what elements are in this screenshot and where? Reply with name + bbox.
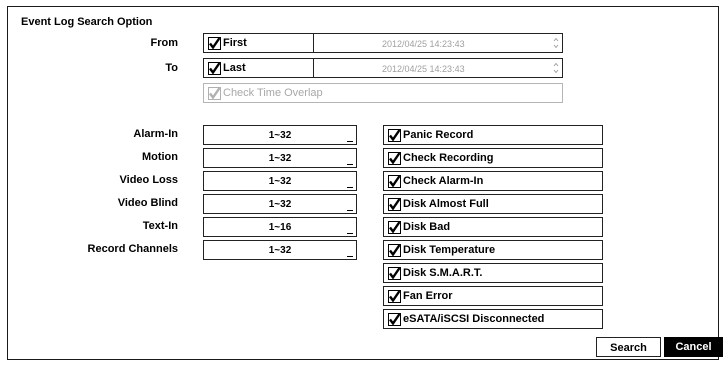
to-last-label: Last (223, 62, 246, 74)
video-loss-value: 1~32 (268, 176, 292, 187)
checkmark-icon (388, 244, 401, 257)
checkmark-icon (388, 152, 401, 165)
video-blind-value: 1~32 (268, 199, 292, 210)
motion-value: 1~32 (268, 153, 292, 164)
checkmark-icon (388, 290, 401, 303)
checkmark-icon (388, 267, 401, 280)
event-label: Disk Bad (403, 221, 451, 233)
filter-label-alarm-in: Alarm-In (133, 128, 178, 140)
from-first-checkbox[interactable]: First (203, 33, 314, 53)
spinner-icon[interactable] (553, 62, 559, 74)
checkmark-icon (388, 313, 401, 326)
event-label: Disk Almost Full (403, 198, 489, 210)
dropdown-indicator-icon (347, 164, 353, 165)
check-time-overlap-label: Check Time Overlap (223, 87, 323, 99)
to-datetime-field[interactable]: 2012/04/25 14:23:43 (313, 58, 563, 78)
text-in-value: 1~16 (268, 222, 292, 233)
filter-label-text-in: Text-In (142, 220, 178, 232)
alarm-in-value: 1~32 (268, 130, 292, 141)
from-first-label: First (223, 37, 247, 49)
from-datetime-field[interactable]: 2012/04/25 14:23:43 (313, 33, 563, 53)
disk-smart-checkbox[interactable]: Disk S.M.A.R.T. (383, 263, 603, 283)
disk-bad-checkbox[interactable]: Disk Bad (383, 217, 603, 237)
spinner-icon[interactable] (553, 37, 559, 49)
from-label: From (150, 37, 179, 49)
filter-label-motion: Motion (141, 151, 178, 163)
checkmark-icon (208, 37, 221, 50)
filter-label-video-loss: Video Loss (119, 174, 178, 186)
event-label: Panic Record (403, 129, 474, 141)
event-label: Disk S.M.A.R.T. (403, 267, 483, 279)
checkmark-icon (388, 175, 401, 188)
from-datetime-value: 2012/04/25 14:23:43 (382, 39, 465, 49)
checkmark-icon (388, 129, 401, 142)
dialog-title: Event Log Search Option (21, 16, 153, 28)
search-button[interactable]: Search (596, 337, 661, 357)
cancel-button[interactable]: Cancel (664, 337, 723, 357)
to-label: To (165, 62, 178, 74)
check-time-overlap-checkbox[interactable]: Check Time Overlap (203, 83, 563, 103)
dropdown-indicator-icon (347, 210, 353, 211)
filter-label-record-channels: Record Channels (87, 243, 178, 255)
check-recording-checkbox[interactable]: Check Recording (383, 148, 603, 168)
filter-label-video-blind: Video Blind (117, 197, 178, 209)
video-loss-select[interactable]: 1~32 (203, 171, 357, 191)
disk-almost-full-checkbox[interactable]: Disk Almost Full (383, 194, 603, 214)
fan-error-checkbox[interactable]: Fan Error (383, 286, 603, 306)
alarm-in-select[interactable]: 1~32 (203, 125, 357, 145)
dropdown-indicator-icon (347, 141, 353, 142)
dropdown-indicator-icon (347, 256, 353, 257)
to-last-checkbox[interactable]: Last (203, 58, 314, 78)
to-datetime-value: 2012/04/25 14:23:43 (382, 64, 465, 74)
panic-record-checkbox[interactable]: Panic Record (383, 125, 603, 145)
text-in-select[interactable]: 1~16 (203, 217, 357, 237)
event-label: Disk Temperature (403, 244, 496, 256)
checkmark-icon (388, 198, 401, 211)
dropdown-indicator-icon (347, 187, 353, 188)
esata-iscsi-disconnected-checkbox[interactable]: eSATA/iSCSI Disconnected (383, 309, 603, 329)
record-channels-value: 1~32 (268, 245, 292, 256)
disk-temperature-checkbox[interactable]: Disk Temperature (383, 240, 603, 260)
dropdown-indicator-icon (347, 233, 353, 234)
video-blind-select[interactable]: 1~32 (203, 194, 357, 214)
check-alarm-in-checkbox[interactable]: Check Alarm-In (383, 171, 603, 191)
event-label: eSATA/iSCSI Disconnected (403, 313, 545, 325)
event-label: Fan Error (403, 290, 453, 302)
event-label: Check Alarm-In (403, 175, 484, 187)
checkmark-icon (208, 87, 221, 100)
checkmark-icon (208, 62, 221, 75)
checkmark-icon (388, 221, 401, 234)
motion-select[interactable]: 1~32 (203, 148, 357, 168)
event-label: Check Recording (403, 152, 494, 164)
record-channels-select[interactable]: 1~32 (203, 240, 357, 260)
